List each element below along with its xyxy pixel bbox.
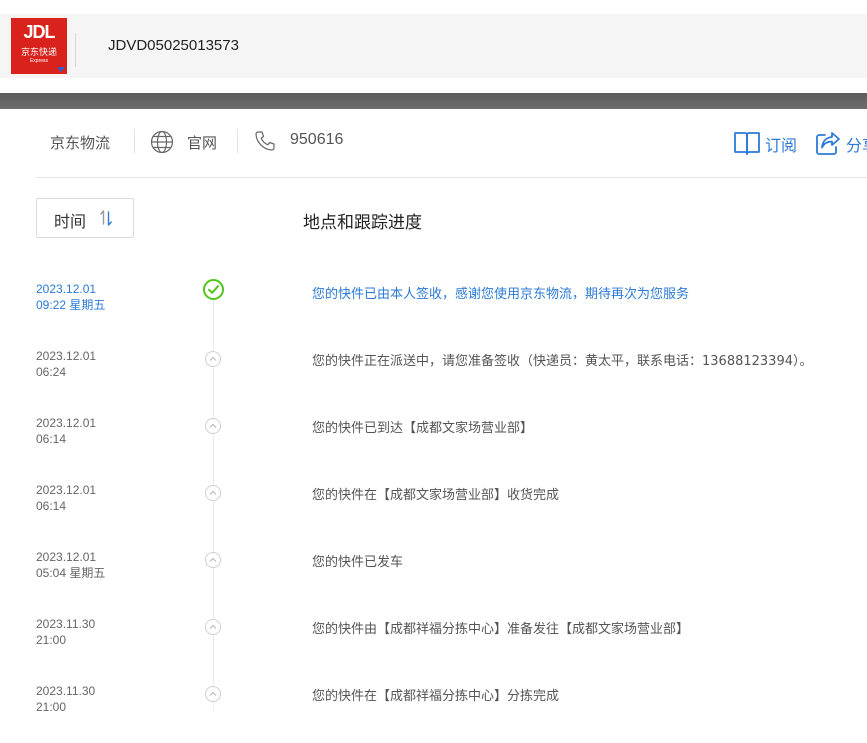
event-description: 您的快件已到达【成都文家场营业部】 [312,421,534,436]
globe-icon[interactable] [150,130,174,154]
header-shadow-bar [0,93,867,109]
share-button[interactable]: 分享 [846,132,867,156]
chevron-up-icon [205,552,221,568]
divider [134,129,135,153]
timeline-row: 2023.12.01 06:14 您的快件在【成都文家场营业部】收货完成 [0,482,867,542]
delivered-check-icon [203,279,224,300]
event-datetime: 2023.12.01 06:14 [36,415,96,447]
tracking-number-input[interactable]: JDVD05025013573 [108,37,239,54]
chevron-up-icon [205,485,221,501]
jdl-express-logo[interactable]: JDL 京东快递 Express [11,18,67,74]
event-time: 21:00 [36,633,67,647]
event-date: 2023.12.01 [36,282,97,296]
website-link[interactable]: 官网 [187,132,217,153]
event-date: 2023.11.30 [36,617,96,631]
event-datetime: 2023.11.30 21:00 [36,683,95,715]
event-datetime: 2023.12.01 09:22 星期五 [36,281,105,313]
logo-english-text: Express [29,58,49,64]
event-time: 06:24 [36,365,67,379]
timeline-row: 2023.11.30 21:00 您的快件由【成都祥福分拣中心】准备发往【成都文… [0,616,867,676]
divider [36,177,867,178]
subscribe-button[interactable]: 订阅 [765,132,797,156]
event-date: 2023.11.30 [36,684,96,698]
divider [75,33,76,67]
divider [237,129,238,153]
event-description: 您的快件在【成都祥福分拣中心】分拣完成 [312,689,560,704]
event-date: 2023.12.01 [36,349,97,363]
top-search-bar: JDL 京东快递 Express JDVD05025013573 [0,0,867,93]
share-icon[interactable] [815,130,841,156]
phone-icon [255,131,275,151]
chevron-up-icon [205,619,221,635]
event-time: 05:04 星期五 [36,566,106,580]
book-icon[interactable] [733,130,761,156]
event-time: 06:14 [36,499,67,513]
event-datetime: 2023.12.01 06:24 [36,348,96,380]
event-date: 2023.12.01 [36,416,97,430]
event-datetime: 2023.12.01 05:04 星期五 [36,549,105,581]
sort-by-time-button[interactable]: 时间 [36,198,134,238]
timeline-row: 2023.12.01 06:14 您的快件已到达【成都文家场营业部】 [0,415,867,475]
event-description: 您的快件已由本人签收，感谢您使用京东物流，期待再次为您服务 [312,287,690,302]
sort-label: 时间 [54,212,87,231]
carrier-phone[interactable]: 950616 [290,131,343,149]
column-title: 地点和跟踪进度 [303,213,422,233]
chevron-up-icon [205,418,221,434]
timeline-row: 2023.11.30 21:00 您的快件在【成都祥福分拣中心】分拣完成 [0,683,867,743]
event-description: 您的快件由【成都祥福分拣中心】准备发往【成都文家场营业部】 [312,622,690,637]
timeline-row: 2023.12.01 05:04 星期五 您的快件已发车 [0,549,867,609]
event-date: 2023.12.01 [36,550,97,564]
event-time: 06:14 [36,432,67,446]
timeline-row: 2023.12.01 06:24 您的快件正在派送中，请您准备签收（快递员：黄太… [0,348,867,408]
event-time: 21:00 [36,700,67,714]
logo-chinese-text: 京东快递 [20,48,57,58]
carrier-name: 京东物流 [50,134,111,152]
logo-text: JDL [23,22,55,42]
event-date: 2023.12.01 [36,483,97,497]
chevron-up-icon [205,351,221,367]
event-datetime: 2023.11.30 21:00 [36,616,95,648]
event-description: 您的快件已发车 [312,555,404,570]
sort-arrows-icon [100,210,112,226]
timeline-row: 2023.12.01 09:22 星期五 您的快件已由本人签收，感谢您使用京东物… [0,279,867,341]
event-description: 您的快件在【成都文家场营业部】收货完成 [312,488,560,503]
chevron-up-icon [205,686,221,702]
carrier-dropdown-icon[interactable] [57,67,65,72]
event-description: 您的快件正在派送中，请您准备签收（快递员：黄太平，联系电话：1368812339… [312,354,813,369]
event-time: 09:22 星期五 [36,298,106,312]
event-datetime: 2023.12.01 06:14 [36,482,96,514]
